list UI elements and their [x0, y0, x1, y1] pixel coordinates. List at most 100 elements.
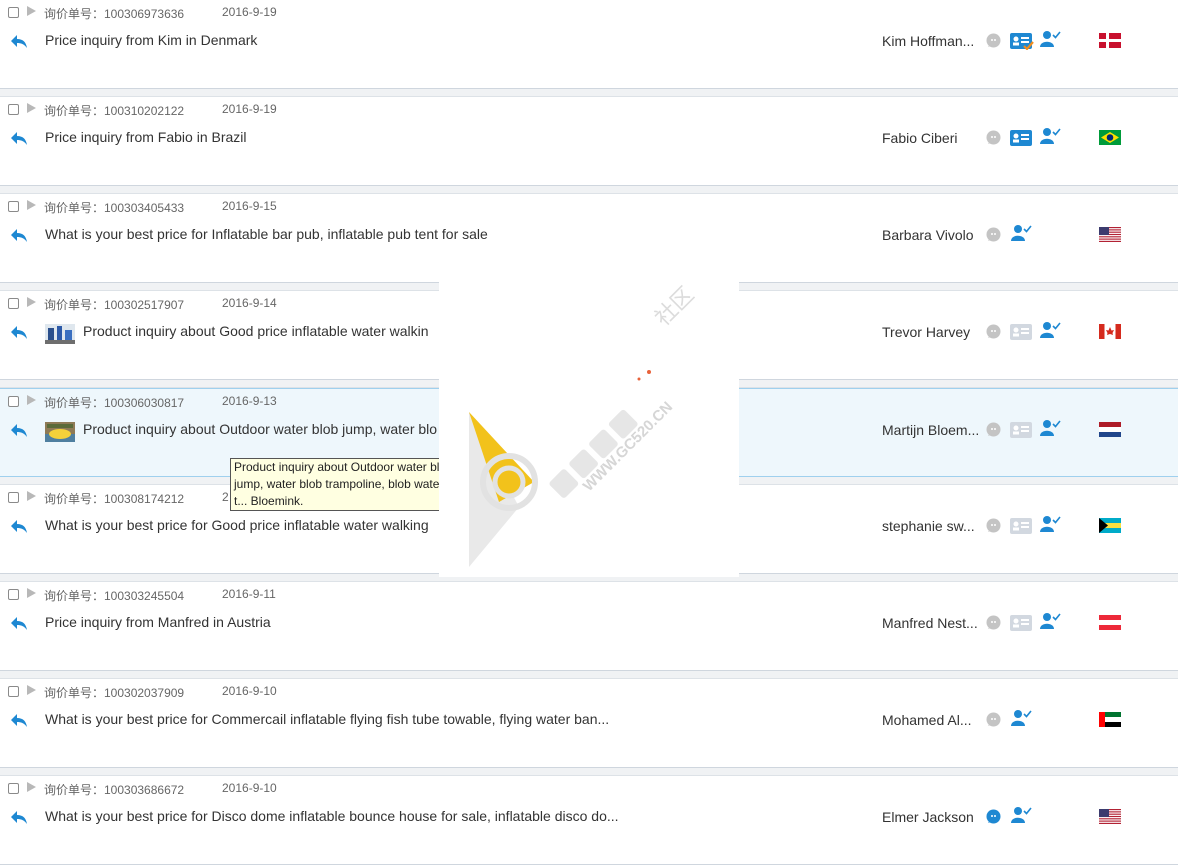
verified-buyer-icon[interactable] — [1039, 321, 1061, 339]
usa-flag-icon — [1099, 809, 1121, 824]
inquiry-subject-link[interactable]: Price inquiry from Kim in Denmark — [45, 32, 257, 48]
buyer-name[interactable]: Trevor Harvey — [882, 324, 970, 340]
product-thumbnail[interactable] — [45, 324, 75, 344]
buyer-name[interactable]: Fabio Ciberi — [882, 130, 957, 146]
mark-flag-icon[interactable] — [27, 588, 36, 598]
business-card-icon[interactable] — [1010, 421, 1034, 439]
inquiry-number: 询价单号：100308174212 — [44, 492, 185, 506]
verified-buyer-icon[interactable] — [1010, 224, 1032, 242]
reply-icon[interactable] — [10, 615, 28, 631]
inquiry-number: 询价单号：100303686672 — [44, 783, 185, 797]
verified-buyer-icon[interactable] — [1039, 30, 1061, 48]
uae-flag-icon — [1099, 712, 1121, 727]
watermark-side-text: 社区 — [651, 282, 700, 331]
inquiry-subject-link[interactable]: What is your best price for Commercail i… — [45, 711, 609, 727]
inquiry-row[interactable]: 询价单号：100302037909 2016-9-10 What is your b… — [0, 679, 1178, 768]
chat-status-icon[interactable] — [986, 518, 1001, 533]
verified-buyer-icon[interactable] — [1010, 806, 1032, 824]
denmark-flag-icon — [1099, 33, 1121, 48]
chat-status-icon[interactable] — [986, 324, 1001, 339]
verified-buyer-icon[interactable] — [1039, 127, 1061, 145]
inquiry-row[interactable]: 询价单号：100306973636 2016-9-19 Price inquiry … — [0, 0, 1178, 89]
inquiry-number: 询价单号：100302517907 — [44, 298, 185, 312]
inquiry-subject-link[interactable]: Price inquiry from Manfred in Austria — [45, 614, 271, 630]
chat-status-icon[interactable] — [986, 130, 1001, 145]
inquiry-subject-link[interactable]: Product inquiry about Outdoor water blob… — [83, 421, 437, 437]
select-checkbox[interactable] — [8, 201, 19, 212]
select-checkbox[interactable] — [8, 298, 19, 309]
business-card-icon[interactable] — [1010, 129, 1034, 147]
inquiry-subject-link[interactable]: Product inquiry about Good price inflata… — [83, 323, 429, 339]
mark-flag-icon[interactable] — [27, 685, 36, 695]
select-checkbox[interactable] — [8, 396, 19, 407]
product-thumbnail[interactable] — [45, 422, 75, 442]
netherlands-flag-icon — [1099, 422, 1121, 437]
mark-flag-icon[interactable] — [27, 782, 36, 792]
reply-icon[interactable] — [10, 33, 28, 49]
inquiry-date: 2016-9-19 — [222, 102, 277, 116]
business-card-icon[interactable] — [1010, 517, 1034, 535]
verified-buyer-icon[interactable] — [1039, 515, 1061, 533]
brazil-flag-icon — [1099, 130, 1121, 145]
chat-status-icon[interactable] — [986, 809, 1001, 824]
reply-icon[interactable] — [10, 712, 28, 728]
inquiry-date: 2 — [222, 490, 229, 504]
row-separator — [0, 768, 1178, 776]
chat-status-icon[interactable] — [986, 33, 1001, 48]
inquiry-row[interactable]: 询价单号：100310202122 2016-9-19 Price inquiry … — [0, 97, 1178, 186]
business-card-icon[interactable] — [1010, 614, 1034, 632]
select-checkbox[interactable] — [8, 7, 19, 18]
verified-buyer-icon[interactable] — [1010, 709, 1032, 727]
buyer-name[interactable]: Mohamed Al... — [882, 712, 972, 728]
buyer-name[interactable]: Barbara Vivolo — [882, 227, 974, 243]
business-card-icon[interactable] — [1010, 323, 1034, 341]
mark-flag-icon[interactable] — [27, 395, 36, 405]
reply-icon[interactable] — [10, 518, 28, 534]
buyer-name[interactable]: Martijn Bloem... — [882, 422, 979, 438]
row-separator — [0, 671, 1178, 679]
inquiry-row[interactable]: 询价单号：100303405433 2016-9-15 What is your b… — [0, 194, 1178, 283]
inquiry-date: 2016-9-14 — [222, 296, 277, 310]
inquiry-subject-link[interactable]: Price inquiry from Fabio in Brazil — [45, 129, 247, 145]
reply-icon[interactable] — [10, 130, 28, 146]
inquiry-number: 询价单号：100302037909 — [44, 686, 185, 700]
select-checkbox[interactable] — [8, 104, 19, 115]
chat-status-icon[interactable] — [986, 422, 1001, 437]
buyer-name[interactable]: stephanie sw... — [882, 518, 975, 534]
canada-flag-icon — [1099, 324, 1121, 339]
chat-status-icon[interactable] — [986, 615, 1001, 630]
reply-icon[interactable] — [10, 809, 28, 825]
inquiry-row[interactable]: 询价单号：100303245504 2016-9-11 Price inquiry … — [0, 582, 1178, 671]
mark-flag-icon[interactable] — [27, 297, 36, 307]
inquiry-date: 2016-9-10 — [222, 781, 277, 795]
reply-icon[interactable] — [10, 422, 28, 438]
reply-icon[interactable] — [10, 324, 28, 340]
watermark-overlay: WWW.GC520.CN 社区 — [439, 277, 739, 577]
select-checkbox[interactable] — [8, 492, 19, 503]
inquiry-row[interactable]: 询价单号：100303686672 2016-9-10 What is your b… — [0, 776, 1178, 865]
verified-buyer-icon[interactable] — [1039, 612, 1061, 630]
buyer-name[interactable]: Elmer Jackson — [882, 809, 974, 825]
inquiry-date: 2016-9-11 — [222, 587, 276, 601]
inquiry-number: 询价单号：100303245504 — [44, 589, 185, 603]
mark-flag-icon[interactable] — [27, 200, 36, 210]
verified-buyer-icon[interactable] — [1039, 419, 1061, 437]
buyer-name[interactable]: Kim Hoffman... — [882, 33, 974, 49]
row-separator — [0, 186, 1178, 194]
inquiry-number: 询价单号：100310202122 — [44, 104, 185, 118]
mark-flag-icon[interactable] — [27, 6, 36, 16]
mark-flag-icon[interactable] — [27, 103, 36, 113]
reply-icon[interactable] — [10, 227, 28, 243]
inquiry-subject-link[interactable]: What is your best price for Disco dome i… — [45, 808, 619, 824]
chat-status-icon[interactable] — [986, 227, 1001, 242]
chat-status-icon[interactable] — [986, 712, 1001, 727]
select-checkbox[interactable] — [8, 686, 19, 697]
mark-flag-icon[interactable] — [27, 491, 36, 501]
inquiry-subject-link[interactable]: What is your best price for Inflatable b… — [45, 226, 488, 242]
select-checkbox[interactable] — [8, 783, 19, 794]
business-card-icon[interactable] — [1010, 32, 1034, 51]
select-checkbox[interactable] — [8, 589, 19, 600]
inquiry-date: 2016-9-19 — [222, 5, 277, 19]
buyer-name[interactable]: Manfred Nest... — [882, 615, 978, 631]
inquiry-subject-link[interactable]: What is your best price for Good price i… — [45, 517, 429, 533]
